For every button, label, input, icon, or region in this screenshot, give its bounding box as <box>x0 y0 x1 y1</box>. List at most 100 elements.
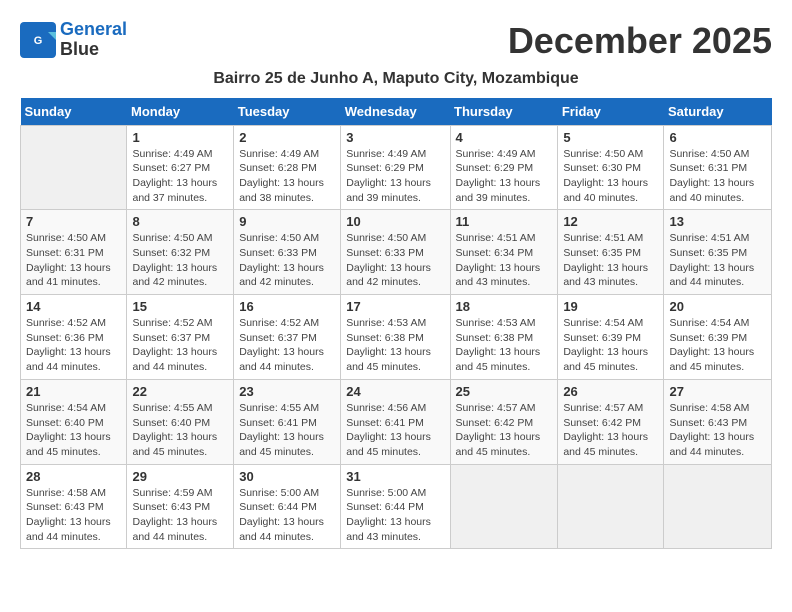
calendar-cell: 22 Sunrise: 4:55 AM Sunset: 6:40 PM Dayli… <box>127 379 234 464</box>
day-number: 7 <box>26 214 121 229</box>
day-header-wednesday: Wednesday <box>341 98 450 126</box>
calendar-cell: 9 Sunrise: 4:50 AM Sunset: 6:33 PM Daylig… <box>234 210 341 295</box>
cell-sun-info: Sunrise: 4:50 AM Sunset: 6:31 PM Dayligh… <box>26 231 121 290</box>
cell-sun-info: Sunrise: 4:55 AM Sunset: 6:40 PM Dayligh… <box>132 401 228 460</box>
calendar-header-row: SundayMondayTuesdayWednesdayThursdayFrid… <box>21 98 772 126</box>
calendar-cell: 12 Sunrise: 4:51 AM Sunset: 6:35 PM Dayli… <box>558 210 664 295</box>
calendar-cell <box>664 464 772 549</box>
calendar-cell: 25Sunrise: 4:57 AM Sunset: 6:42 PM Dayli… <box>450 379 558 464</box>
cell-sun-info: Sunrise: 4:50 AM Sunset: 6:30 PM Dayligh… <box>563 147 658 206</box>
calendar-cell: 14 Sunrise: 4:52 AM Sunset: 6:36 PM Dayli… <box>21 295 127 380</box>
day-header-tuesday: Tuesday <box>234 98 341 126</box>
calendar-cell: 4 Sunrise: 4:49 AM Sunset: 6:29 PM Daylig… <box>450 125 558 210</box>
cell-sun-info: Sunrise: 4:58 AM Sunset: 6:43 PM Dayligh… <box>669 401 766 460</box>
calendar-cell: 13 Sunrise: 4:51 AM Sunset: 6:35 PM Dayli… <box>664 210 772 295</box>
calendar-cell: 3Sunrise: 4:49 AM Sunset: 6:29 PM Daylig… <box>341 125 450 210</box>
cell-sun-info: Sunrise: 4:54 AM Sunset: 6:39 PM Dayligh… <box>563 316 658 375</box>
day-number: 5 <box>563 130 658 145</box>
calendar-week-row: 1 Sunrise: 4:49 AM Sunset: 6:27 PM Daylig… <box>21 125 772 210</box>
calendar-cell: 15Sunrise: 4:52 AM Sunset: 6:37 PM Dayli… <box>127 295 234 380</box>
cell-sun-info: Sunrise: 4:50 AM Sunset: 6:33 PM Dayligh… <box>239 231 335 290</box>
cell-sun-info: Sunrise: 4:58 AM Sunset: 6:43 PM Dayligh… <box>26 486 121 545</box>
day-number: 29 <box>132 469 228 484</box>
calendar-cell <box>21 125 127 210</box>
day-number: 30 <box>239 469 335 484</box>
cell-sun-info: Sunrise: 4:49 AM Sunset: 6:28 PM Dayligh… <box>239 147 335 206</box>
calendar-week-row: 28 Sunrise: 4:58 AM Sunset: 6:43 PM Dayli… <box>21 464 772 549</box>
day-number: 13 <box>669 214 766 229</box>
day-number: 21 <box>26 384 121 399</box>
day-number: 23 <box>239 384 335 399</box>
calendar-body: 1 Sunrise: 4:49 AM Sunset: 6:27 PM Daylig… <box>21 125 772 549</box>
cell-sun-info: Sunrise: 4:49 AM Sunset: 6:27 PM Dayligh… <box>132 147 228 206</box>
day-number: 14 <box>26 299 121 314</box>
cell-sun-info: Sunrise: 4:55 AM Sunset: 6:41 PM Dayligh… <box>239 401 335 460</box>
day-header-sunday: Sunday <box>21 98 127 126</box>
day-number: 28 <box>26 469 121 484</box>
month-title-section: December 2025 <box>508 20 772 62</box>
day-header-friday: Friday <box>558 98 664 126</box>
day-number: 9 <box>239 214 335 229</box>
cell-sun-info: Sunrise: 5:00 AM Sunset: 6:44 PM Dayligh… <box>239 486 335 545</box>
calendar-cell: 16 Sunrise: 4:52 AM Sunset: 6:37 PM Dayli… <box>234 295 341 380</box>
calendar-cell: 31 Sunrise: 5:00 AM Sunset: 6:44 PM Dayli… <box>341 464 450 549</box>
day-number: 31 <box>346 469 444 484</box>
logo: G General Blue <box>20 20 127 60</box>
logo-icon: G <box>20 22 56 58</box>
calendar-week-row: 14 Sunrise: 4:52 AM Sunset: 6:36 PM Dayli… <box>21 295 772 380</box>
cell-sun-info: Sunrise: 4:57 AM Sunset: 6:42 PM Dayligh… <box>563 401 658 460</box>
calendar-cell: 29Sunrise: 4:59 AM Sunset: 6:43 PM Dayli… <box>127 464 234 549</box>
cell-sun-info: Sunrise: 4:51 AM Sunset: 6:35 PM Dayligh… <box>669 231 766 290</box>
calendar-cell: 17 Sunrise: 4:53 AM Sunset: 6:38 PM Dayli… <box>341 295 450 380</box>
cell-sun-info: Sunrise: 4:53 AM Sunset: 6:38 PM Dayligh… <box>456 316 553 375</box>
cell-sun-info: Sunrise: 4:54 AM Sunset: 6:40 PM Dayligh… <box>26 401 121 460</box>
day-number: 3 <box>346 130 444 145</box>
cell-sun-info: Sunrise: 4:50 AM Sunset: 6:31 PM Dayligh… <box>669 147 766 206</box>
day-number: 10 <box>346 214 444 229</box>
location-subtitle: Bairro 25 de Junho A, Maputo City, Mozam… <box>20 70 772 88</box>
day-number: 15 <box>132 299 228 314</box>
day-number: 20 <box>669 299 766 314</box>
calendar-cell: 18Sunrise: 4:53 AM Sunset: 6:38 PM Dayli… <box>450 295 558 380</box>
cell-sun-info: Sunrise: 4:53 AM Sunset: 6:38 PM Dayligh… <box>346 316 444 375</box>
cell-sun-info: Sunrise: 4:50 AM Sunset: 6:33 PM Dayligh… <box>346 231 444 290</box>
cell-sun-info: Sunrise: 5:00 AM Sunset: 6:44 PM Dayligh… <box>346 486 444 545</box>
calendar-cell: 7 Sunrise: 4:50 AM Sunset: 6:31 PM Daylig… <box>21 210 127 295</box>
day-number: 17 <box>346 299 444 314</box>
month-title: December 2025 <box>508 20 772 62</box>
cell-sun-info: Sunrise: 4:50 AM Sunset: 6:32 PM Dayligh… <box>132 231 228 290</box>
day-number: 8 <box>132 214 228 229</box>
calendar-cell: 21 Sunrise: 4:54 AM Sunset: 6:40 PM Dayli… <box>21 379 127 464</box>
day-number: 12 <box>563 214 658 229</box>
cell-sun-info: Sunrise: 4:49 AM Sunset: 6:29 PM Dayligh… <box>456 147 553 206</box>
cell-sun-info: Sunrise: 4:52 AM Sunset: 6:37 PM Dayligh… <box>239 316 335 375</box>
calendar-cell <box>450 464 558 549</box>
calendar-cell: 26 Sunrise: 4:57 AM Sunset: 6:42 PM Dayli… <box>558 379 664 464</box>
calendar-week-row: 7 Sunrise: 4:50 AM Sunset: 6:31 PM Daylig… <box>21 210 772 295</box>
calendar-cell: 27 Sunrise: 4:58 AM Sunset: 6:43 PM Dayli… <box>664 379 772 464</box>
day-number: 1 <box>132 130 228 145</box>
cell-sun-info: Sunrise: 4:57 AM Sunset: 6:42 PM Dayligh… <box>456 401 553 460</box>
logo-text: General Blue <box>60 20 127 60</box>
cell-sun-info: Sunrise: 4:56 AM Sunset: 6:41 PM Dayligh… <box>346 401 444 460</box>
day-number: 27 <box>669 384 766 399</box>
day-header-monday: Monday <box>127 98 234 126</box>
day-number: 4 <box>456 130 553 145</box>
calendar-cell: 11Sunrise: 4:51 AM Sunset: 6:34 PM Dayli… <box>450 210 558 295</box>
day-number: 2 <box>239 130 335 145</box>
calendar-cell: 30 Sunrise: 5:00 AM Sunset: 6:44 PM Dayli… <box>234 464 341 549</box>
day-number: 22 <box>132 384 228 399</box>
calendar-cell: 2 Sunrise: 4:49 AM Sunset: 6:28 PM Daylig… <box>234 125 341 210</box>
day-number: 16 <box>239 299 335 314</box>
calendar-cell: 5 Sunrise: 4:50 AM Sunset: 6:30 PM Daylig… <box>558 125 664 210</box>
cell-sun-info: Sunrise: 4:52 AM Sunset: 6:36 PM Dayligh… <box>26 316 121 375</box>
calendar-cell <box>558 464 664 549</box>
day-header-thursday: Thursday <box>450 98 558 126</box>
cell-sun-info: Sunrise: 4:51 AM Sunset: 6:35 PM Dayligh… <box>563 231 658 290</box>
calendar-cell: 28 Sunrise: 4:58 AM Sunset: 6:43 PM Dayli… <box>21 464 127 549</box>
day-number: 6 <box>669 130 766 145</box>
calendar-cell: 19Sunrise: 4:54 AM Sunset: 6:39 PM Dayli… <box>558 295 664 380</box>
day-number: 26 <box>563 384 658 399</box>
cell-sun-info: Sunrise: 4:54 AM Sunset: 6:39 PM Dayligh… <box>669 316 766 375</box>
calendar-week-row: 21 Sunrise: 4:54 AM Sunset: 6:40 PM Dayli… <box>21 379 772 464</box>
